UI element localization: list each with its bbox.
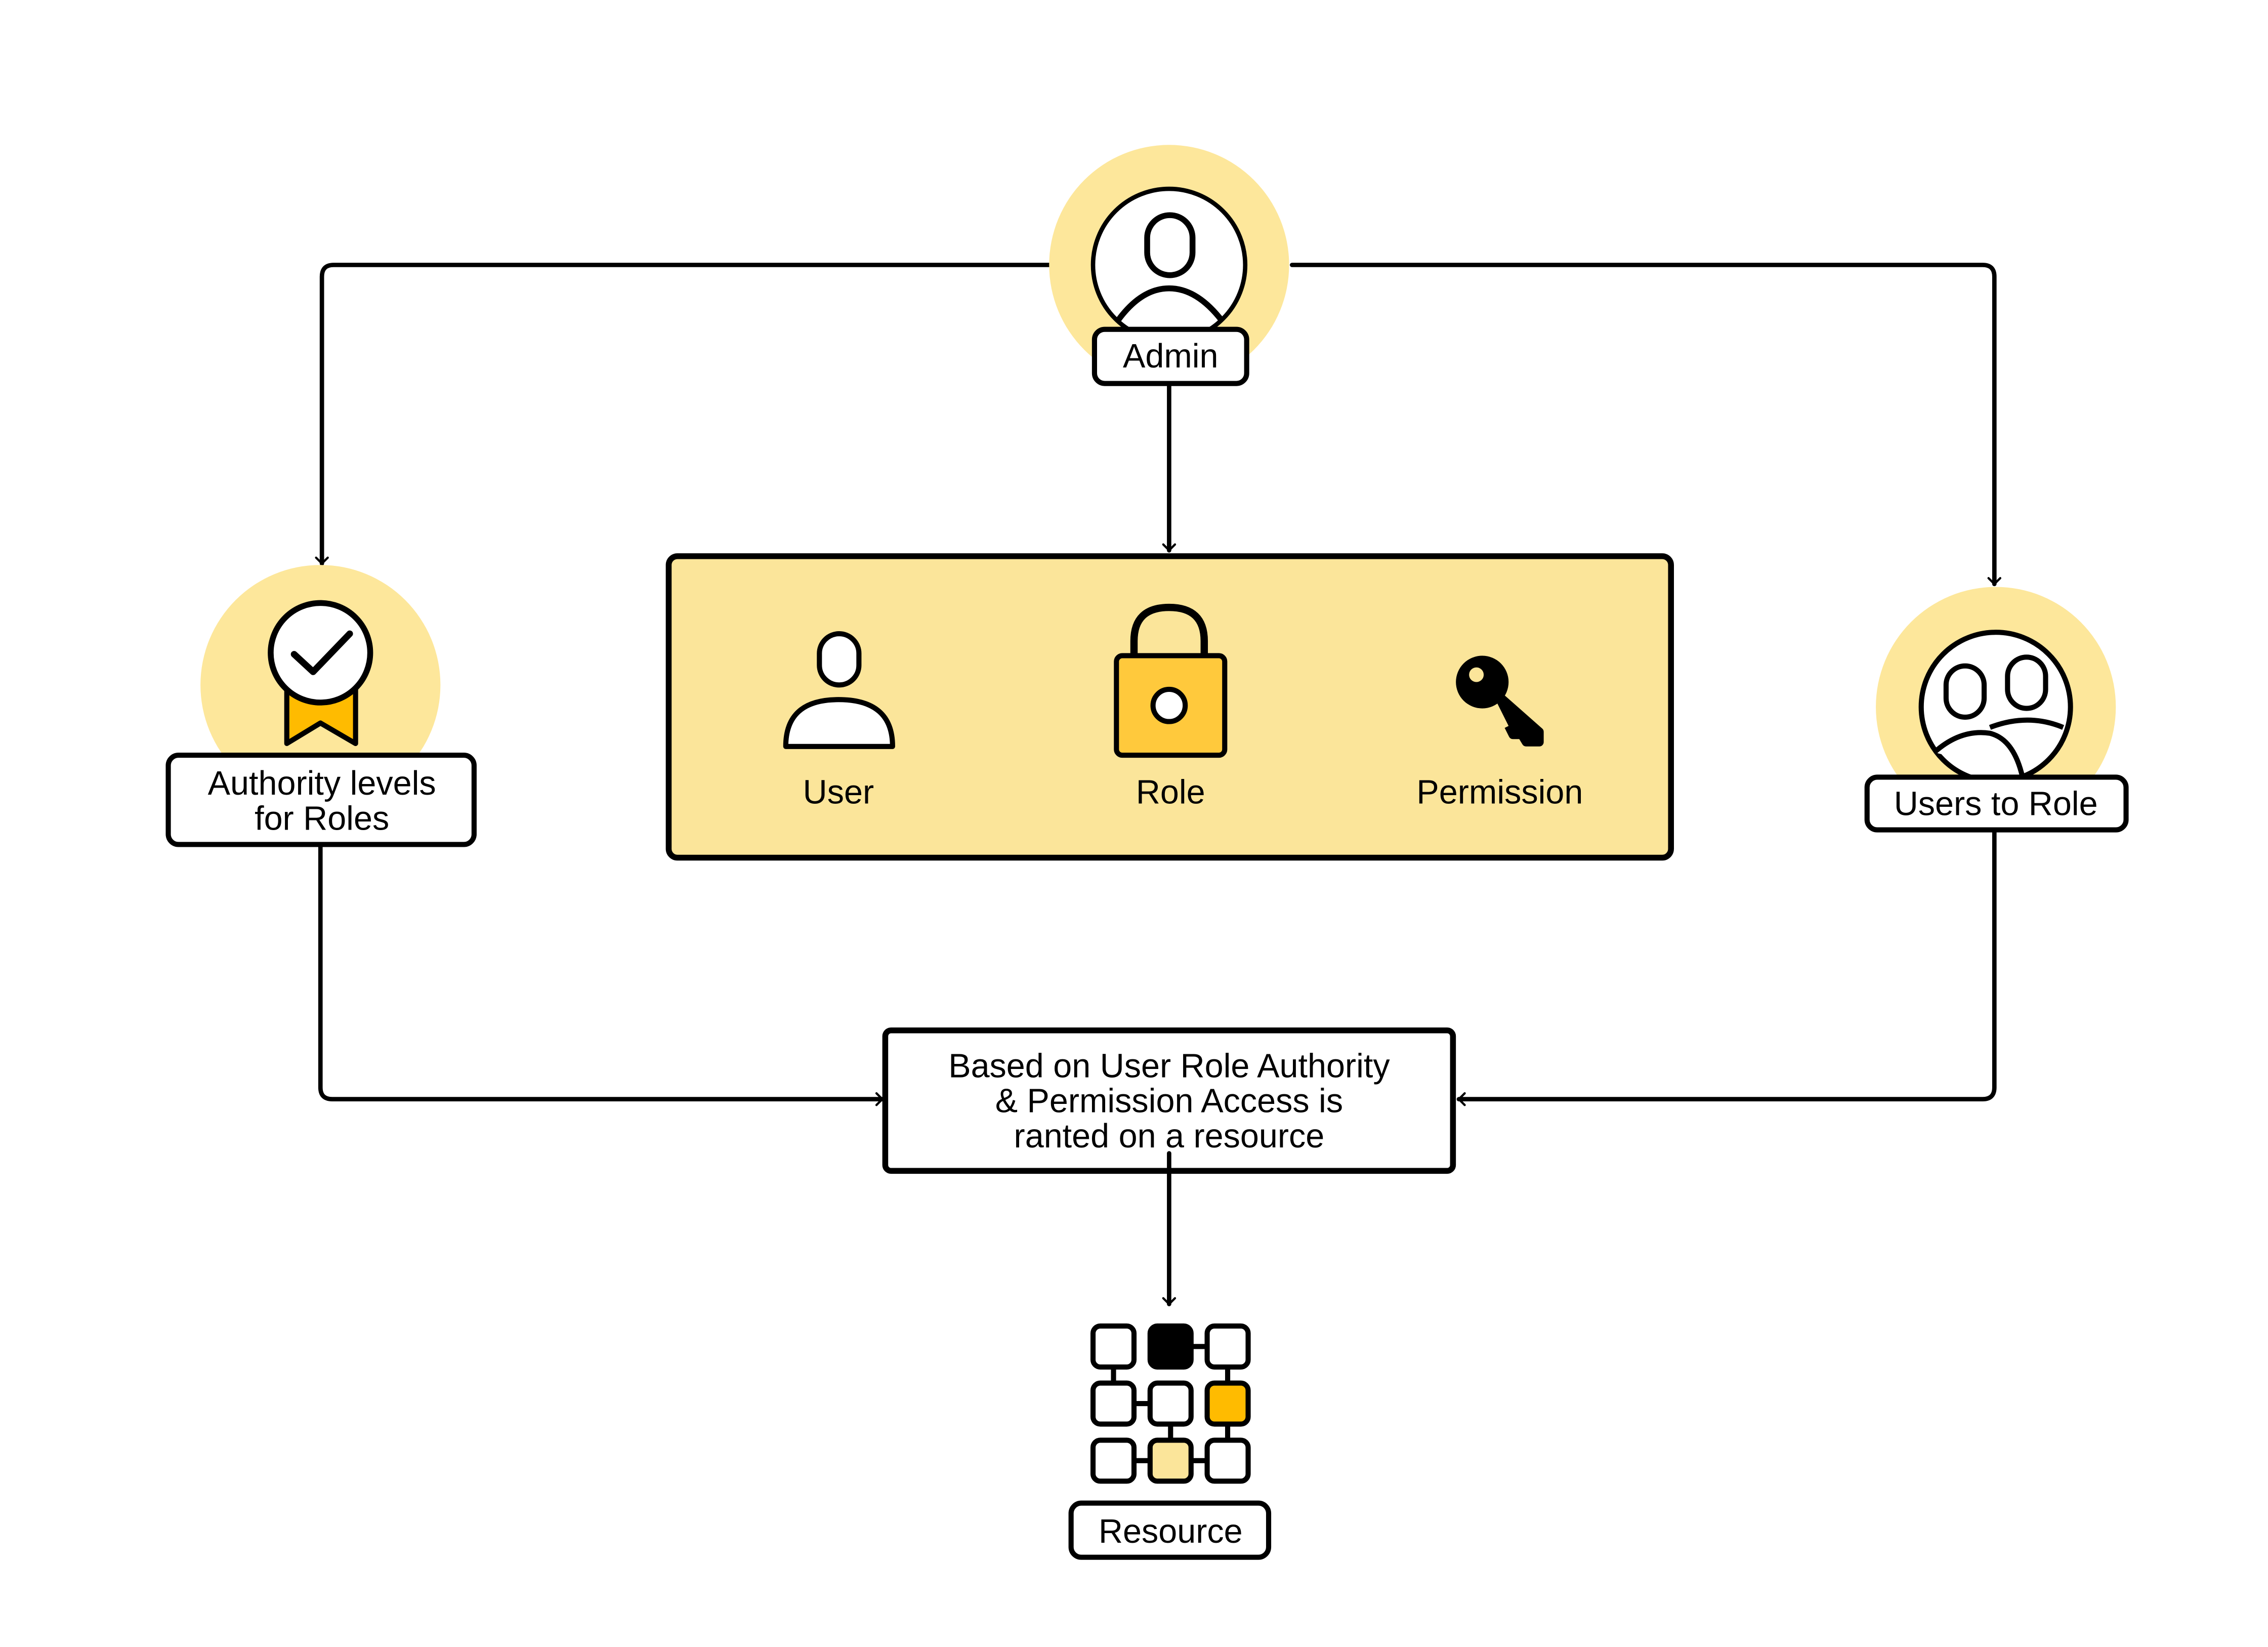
panel-user-label: User xyxy=(803,774,874,811)
rbac-diagram: Admin User Role Permission Authority lev… xyxy=(165,145,2129,1560)
arrow-users-role-to-decision xyxy=(1456,828,1997,1106)
decision-line1: Based on User Role Authority xyxy=(948,1047,1390,1085)
users-to-role-node: Users to Role xyxy=(1864,587,2129,833)
authority-label-line2: for Roles xyxy=(255,800,389,838)
decision-node: Based on User Role Authority & Permissio… xyxy=(882,1027,1456,1306)
arrow-admin-to-users-role xyxy=(1289,263,2002,587)
resource-grid-icon xyxy=(1090,1323,1251,1484)
decision-line2: & Permission Access is xyxy=(995,1083,1343,1120)
arrow-authority-to-decision xyxy=(318,842,885,1106)
authority-node: Authority levels for Roles xyxy=(165,565,477,847)
resource-node: Resource xyxy=(1068,1323,1272,1560)
award-badge-icon xyxy=(268,600,373,747)
admin-label: Admin xyxy=(1123,338,1219,375)
resource-label: Resource xyxy=(1099,1513,1243,1550)
users-role-label: Users to Role xyxy=(1894,786,2098,823)
authority-label-line1: Authority levels xyxy=(208,765,436,802)
admin-node: Admin xyxy=(1049,145,1289,386)
decision-line3: ranted on a resource xyxy=(1014,1118,1325,1155)
panel-permission-label: Permission xyxy=(1416,774,1583,811)
user-role-permission-panel: User Role Permission xyxy=(665,553,1674,861)
panel-role-label: Role xyxy=(1136,774,1205,811)
arrow-admin-to-authority xyxy=(315,263,1052,566)
user-circle-icon xyxy=(1090,186,1248,344)
users-group-icon xyxy=(1918,630,2073,785)
